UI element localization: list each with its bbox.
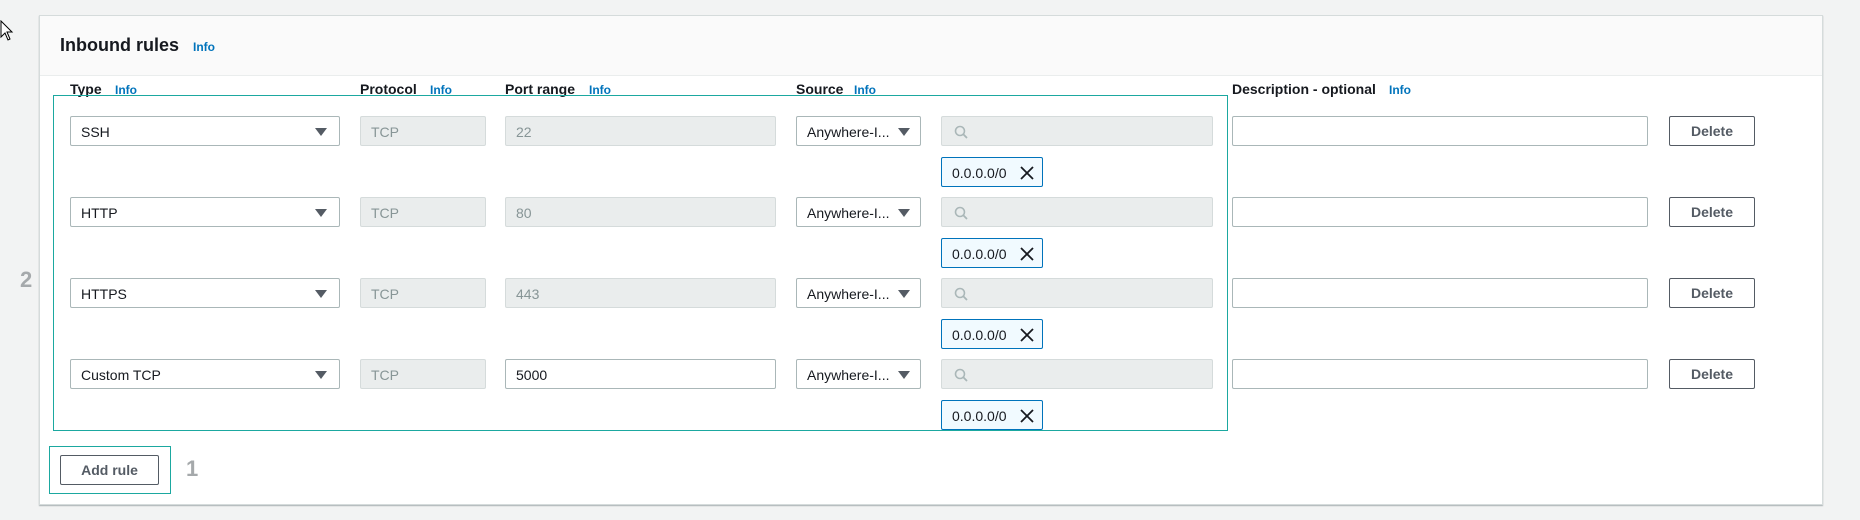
rule-cidr-search-input[interactable] bbox=[941, 116, 1213, 146]
caret-down-icon bbox=[898, 209, 910, 217]
search-icon bbox=[954, 125, 968, 139]
rule-source-value: Anywhere-I... bbox=[807, 205, 890, 221]
rule-port-value: 5000 bbox=[516, 367, 548, 383]
close-icon[interactable] bbox=[1020, 247, 1034, 261]
rule-cidr-value: 0.0.0.0/0 bbox=[952, 165, 1007, 181]
rule-protocol-value: TCP bbox=[371, 286, 399, 302]
rule-description-input[interactable] bbox=[1232, 278, 1648, 308]
rule-protocol-field: TCP bbox=[360, 278, 486, 308]
rule-port-range-field: 80 bbox=[505, 197, 776, 227]
column-label-description: Description - optional bbox=[1232, 81, 1376, 97]
rule-cidr-value: 0.0.0.0/0 bbox=[952, 408, 1007, 424]
delete-rule-button[interactable]: Delete bbox=[1669, 116, 1755, 146]
rule-type-value: Custom TCP bbox=[81, 367, 161, 383]
panel-title: Inbound rules bbox=[60, 35, 179, 55]
rule-source-value: Anywhere-I... bbox=[807, 367, 890, 383]
rule-protocol-value: TCP bbox=[371, 124, 399, 140]
rule-description-input[interactable] bbox=[1232, 116, 1648, 146]
delete-rule-button[interactable]: Delete bbox=[1669, 278, 1755, 308]
rule-description-input[interactable] bbox=[1232, 197, 1648, 227]
search-icon bbox=[954, 368, 968, 382]
rule-description-input[interactable] bbox=[1232, 359, 1648, 389]
rule-source-select[interactable]: Anywhere-I... bbox=[796, 197, 921, 227]
rule-type-value: HTTPS bbox=[81, 286, 127, 302]
rule-type-select[interactable]: SSH bbox=[70, 116, 340, 146]
search-icon bbox=[954, 206, 968, 220]
rule-cidr-value: 0.0.0.0/0 bbox=[952, 246, 1007, 262]
add-rule-button[interactable]: Add rule bbox=[60, 455, 159, 485]
caret-down-icon bbox=[315, 371, 327, 379]
rule-protocol-value: TCP bbox=[371, 367, 399, 383]
rule-source-value: Anywhere-I... bbox=[807, 124, 890, 140]
caret-down-icon bbox=[898, 290, 910, 298]
rule-cidr-token: 0.0.0.0/0 bbox=[941, 319, 1043, 349]
caret-down-icon bbox=[898, 128, 910, 136]
rule-port-value: 80 bbox=[516, 205, 532, 221]
panel-header: Inbound rules Info bbox=[40, 16, 1822, 76]
rule-type-select[interactable]: HTTPS bbox=[70, 278, 340, 308]
annotation-marker-add: 1 bbox=[186, 456, 199, 481]
delete-rule-button[interactable]: Delete bbox=[1669, 197, 1755, 227]
caret-down-icon bbox=[315, 128, 327, 136]
rule-cidr-token: 0.0.0.0/0 bbox=[941, 157, 1043, 187]
rule-protocol-value: TCP bbox=[371, 205, 399, 221]
rule-cidr-token: 0.0.0.0/0 bbox=[941, 238, 1043, 268]
rule-port-range-field: 443 bbox=[505, 278, 776, 308]
rule-port-value: 443 bbox=[516, 286, 540, 302]
rule-type-select[interactable]: Custom TCP bbox=[70, 359, 340, 389]
rule-cidr-search-input[interactable] bbox=[941, 359, 1213, 389]
rule-source-select[interactable]: Anywhere-I... bbox=[796, 278, 921, 308]
description-info-link[interactable]: Info bbox=[1389, 83, 1411, 97]
close-icon[interactable] bbox=[1020, 409, 1034, 423]
rule-source-select[interactable]: Anywhere-I... bbox=[796, 359, 921, 389]
search-icon bbox=[954, 287, 968, 301]
rule-cidr-token: 0.0.0.0/0 bbox=[941, 400, 1043, 430]
annotation-marker-rules: 2 bbox=[20, 267, 33, 292]
rule-cidr-value: 0.0.0.0/0 bbox=[952, 327, 1007, 343]
close-icon[interactable] bbox=[1020, 328, 1034, 342]
rule-type-value: HTTP bbox=[81, 205, 118, 221]
rule-source-value: Anywhere-I... bbox=[807, 286, 890, 302]
rule-protocol-field: TCP bbox=[360, 197, 486, 227]
close-icon[interactable] bbox=[1020, 166, 1034, 180]
title-info-link[interactable]: Info bbox=[193, 40, 215, 54]
caret-down-icon bbox=[315, 290, 327, 298]
rule-port-range-field: 22 bbox=[505, 116, 776, 146]
rule-protocol-field: TCP bbox=[360, 359, 486, 389]
rule-port-value: 22 bbox=[516, 124, 532, 140]
caret-down-icon bbox=[315, 209, 327, 217]
rule-type-select[interactable]: HTTP bbox=[70, 197, 340, 227]
rule-cidr-search-input[interactable] bbox=[941, 197, 1213, 227]
rule-protocol-field: TCP bbox=[360, 116, 486, 146]
mouse-cursor-icon bbox=[0, 19, 16, 42]
delete-rule-button[interactable]: Delete bbox=[1669, 359, 1755, 389]
rule-port-range-input[interactable]: 5000 bbox=[505, 359, 776, 389]
rule-type-value: SSH bbox=[81, 124, 110, 140]
rule-source-select[interactable]: Anywhere-I... bbox=[796, 116, 921, 146]
caret-down-icon bbox=[898, 371, 910, 379]
rule-cidr-search-input[interactable] bbox=[941, 278, 1213, 308]
